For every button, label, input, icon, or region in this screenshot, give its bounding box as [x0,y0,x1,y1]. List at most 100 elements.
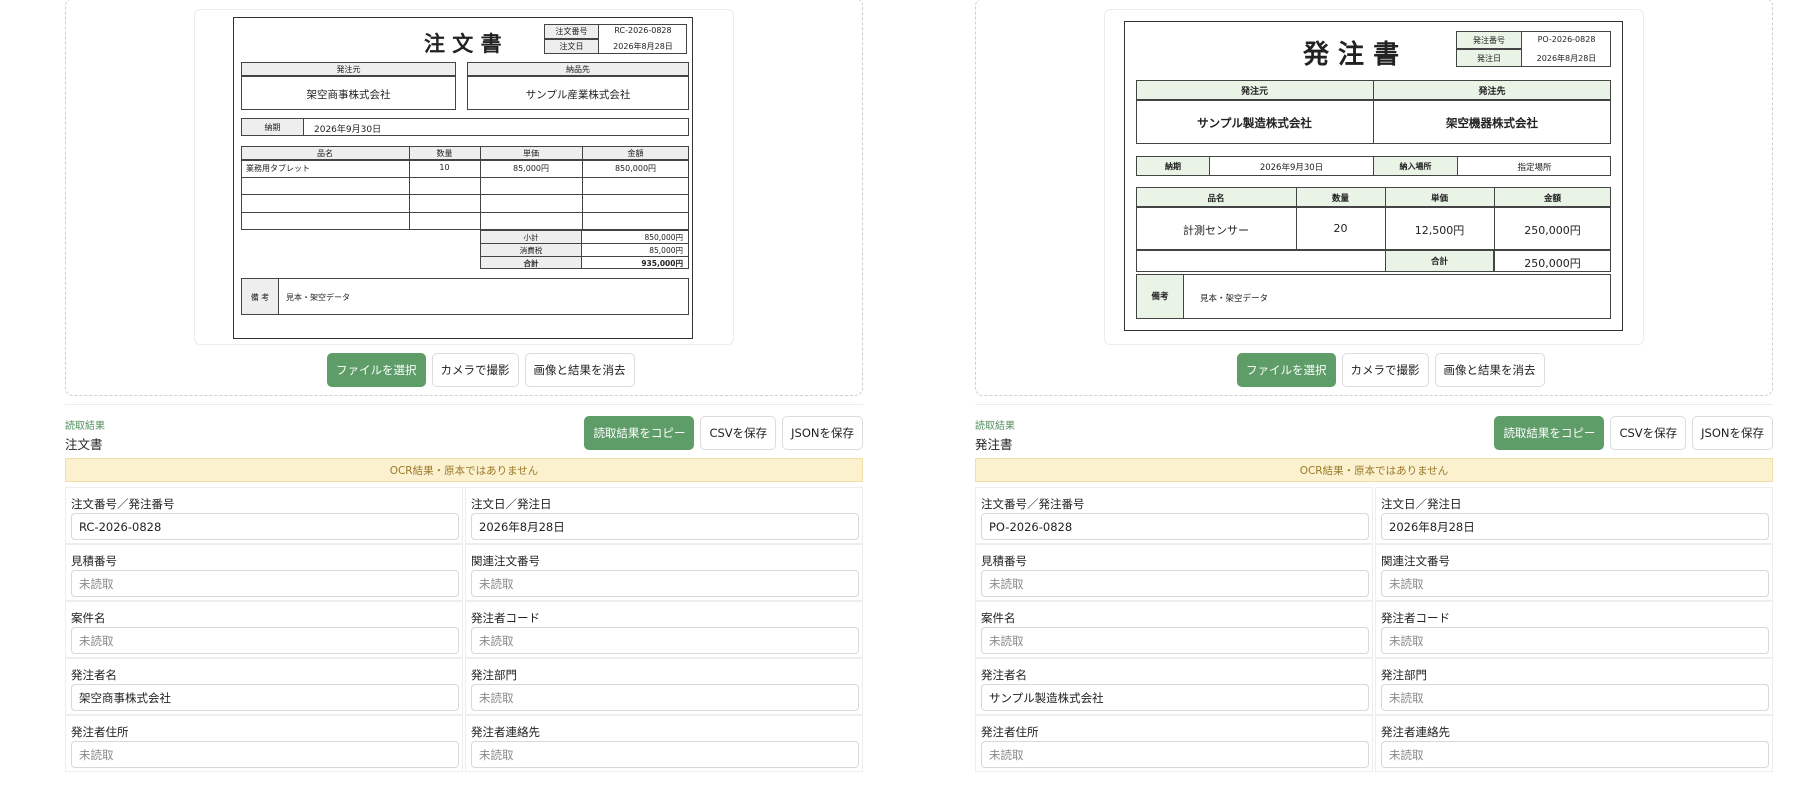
orderer-code-input[interactable] [471,627,859,654]
doc-col-header: 数量 [436,149,453,158]
copy-result-button[interactable]: 読取結果をコピー [1494,416,1605,450]
doc-col-header: 単価 [523,149,539,158]
field-label: 発注者連絡先 [1381,725,1450,739]
doc-from-value: 架空商事株式会社 [306,89,391,101]
doc-col-header: 品名 [1207,194,1225,204]
right-ocr-panel: 発 注 書 発注番号 PO-2026-0828 発注日 2026年8月28日 発… [975,0,1773,786]
save-json-button[interactable]: JSONを保存 [1692,416,1773,450]
field-label: 発注者名 [981,668,1027,682]
doc-col-header: 単価 [1430,194,1448,204]
doc-total-value: 935,000円 [641,259,683,268]
doc-item-amount: 250,000円 [1524,224,1581,237]
doc-to-label: 発注先 [1478,87,1506,97]
image-preview: 発 注 書 発注番号 PO-2026-0828 発注日 2026年8月28日 発… [1104,9,1644,345]
clear-image-results-button[interactable]: 画像と結果を消去 [1434,353,1545,387]
doc-from-label: 発注元 [336,65,361,74]
doc-col-header: 金額 [627,149,644,158]
result-fields: 注文番号／発注番号 注文日／発注日 見積番号 関連注文番号 案件名 発注者コード… [65,487,863,772]
doc-deadline-value: 2026年9月30日 [1259,163,1324,173]
doc-meta-value: 2026年8月28日 [613,42,673,51]
field-orderer-code: 発注者コード [465,601,863,658]
doc-remarks-value: 見本・架空データ [1200,294,1269,304]
field-related-order: 関連注文番号 [1375,544,1773,601]
field-project-name: 案件名 [65,601,463,658]
doc-meta-label: 注文番号 [555,27,588,36]
project-name-input[interactable] [981,627,1369,654]
field-orderer-address: 発注者住所 [65,715,463,772]
doc-meta-value: 2026年8月28日 [1536,54,1597,63]
field-label: 注文番号／発注番号 [71,497,175,511]
select-file-button[interactable]: ファイルを選択 [327,353,426,387]
select-file-button[interactable]: ファイルを選択 [1237,353,1336,387]
related-order-input[interactable] [471,570,859,597]
upload-dropzone[interactable]: 発 注 書 発注番号 PO-2026-0828 発注日 2026年8月28日 発… [975,0,1773,396]
save-csv-button[interactable]: CSVを保存 [1610,416,1687,450]
doc-from-label: 発注元 [1240,87,1268,97]
upload-dropzone[interactable]: 注 文 書 注文番号 RC-2026-0828 注文日 2026年8月28日 発… [65,0,863,396]
camera-capture-button[interactable]: カメラで撮影 [1341,353,1429,387]
field-label: 見積番号 [71,554,117,568]
field-label: 発注部門 [1381,668,1427,682]
orderer-name-input[interactable] [981,684,1369,711]
doc-meta-label: 注文日 [559,42,584,51]
order-number-input[interactable] [71,513,459,540]
doc-remarks-label: 備 考 [250,293,270,302]
estimate-number-input[interactable] [981,570,1369,597]
save-csv-button[interactable]: CSVを保存 [700,416,777,450]
estimate-number-input[interactable] [71,570,459,597]
field-related-order: 関連注文番号 [465,544,863,601]
doc-meta-value: RC-2026-0828 [614,26,672,35]
doc-tax-value: 85,000円 [649,246,683,255]
doc-deadline-label: 納期 [264,123,281,132]
orderer-address-input[interactable] [981,741,1369,768]
doc-item-price: 85,000円 [513,164,549,173]
clear-image-results-button[interactable]: 画像と結果を消去 [524,353,635,387]
orderer-address-input[interactable] [71,741,459,768]
left-ocr-panel: 注 文 書 注文番号 RC-2026-0828 注文日 2026年8月28日 発… [65,0,863,786]
project-name-input[interactable] [71,627,459,654]
field-label: 案件名 [981,611,1016,625]
doc-meta-label: 発注日 [1477,54,1501,63]
field-project-name: 案件名 [975,601,1373,658]
orderer-name-input[interactable] [71,684,459,711]
doc-total-value: 250,000円 [1524,257,1581,270]
doc-item-qty: 20 [1333,222,1348,235]
doc-title: 注 文 書 [424,32,502,56]
result-title: 発注書 [975,437,1013,452]
field-label: 関連注文番号 [1381,554,1450,568]
order-number-input[interactable] [981,513,1369,540]
orderer-department-input[interactable] [471,684,859,711]
field-label: 発注者住所 [71,725,129,739]
result-kicker: 読取結果 [65,421,105,432]
doc-subtotal-value: 850,000円 [644,233,683,242]
doc-remarks-label: 備考 [1151,292,1169,302]
order-date-input[interactable] [1381,513,1769,540]
doc-item-name: 業務用タブレット [246,164,310,173]
doc-deadline-value: 2026年9月30日 [314,125,382,135]
field-label: 発注者名 [71,668,117,682]
camera-capture-button[interactable]: カメラで撮影 [431,353,519,387]
orderer-department-input[interactable] [1381,684,1769,711]
field-label: 注文番号／発注番号 [981,497,1085,511]
doc-col-header: 品名 [317,149,333,158]
doc-from-value: サンプル製造株式会社 [1197,116,1312,130]
order-date-input[interactable] [471,513,859,540]
doc-item-price: 12,500円 [1414,224,1465,237]
orderer-contact-input[interactable] [471,741,859,768]
related-order-input[interactable] [1381,570,1769,597]
field-orderer-contact: 発注者連絡先 [1375,715,1773,772]
result-kicker: 読取結果 [975,421,1015,432]
orderer-code-input[interactable] [1381,627,1769,654]
copy-result-button[interactable]: 読取結果をコピー [584,416,695,450]
result-header: 読取結果 発注書 読取結果をコピー CSVを保存 JSONを保存 [975,404,1773,452]
doc-subtotal-label: 小計 [523,233,539,242]
field-estimate-number: 見積番号 [65,544,463,601]
orderer-contact-input[interactable] [1381,741,1769,768]
field-order-number: 注文番号／発注番号 [975,487,1373,544]
doc-total-label: 合計 [523,259,539,268]
doc-place-value: 指定場所 [1517,163,1552,173]
ocr-warning-banner: OCR結果・原本ではありません [975,458,1773,482]
field-orderer-department: 発注部門 [1375,658,1773,715]
save-json-button[interactable]: JSONを保存 [782,416,863,450]
doc-remarks-value: 見本・架空データ [286,293,350,302]
